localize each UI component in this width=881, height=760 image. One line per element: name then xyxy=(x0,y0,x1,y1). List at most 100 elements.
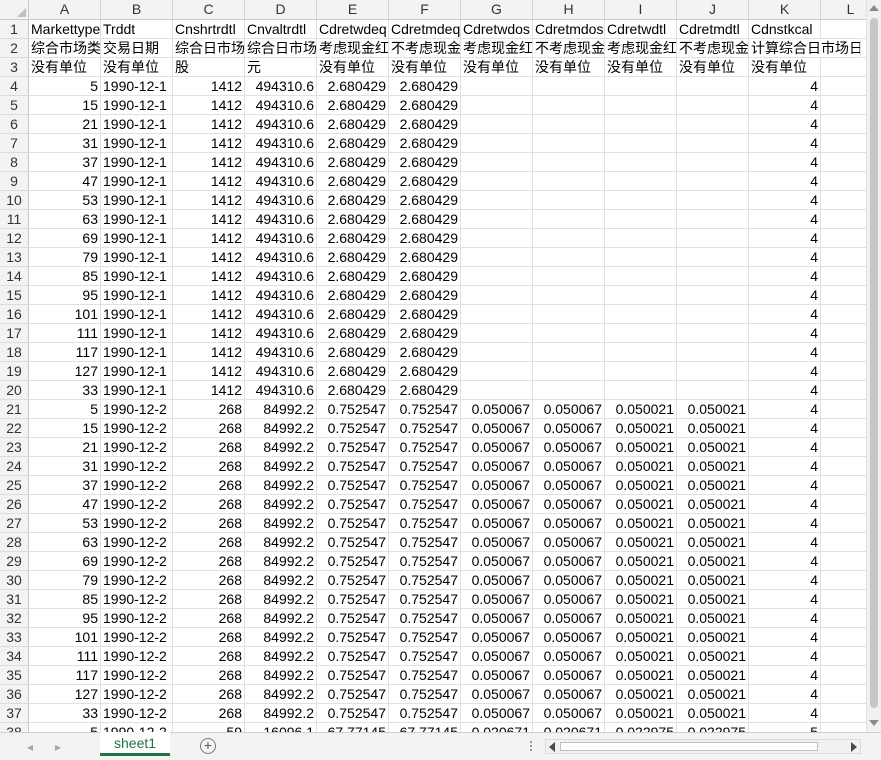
cell-A20[interactable]: 33 xyxy=(29,381,101,400)
cell-H27[interactable]: 0.050067 xyxy=(533,514,605,533)
cell-I17[interactable] xyxy=(605,324,677,343)
cell-J37[interactable]: 0.050021 xyxy=(677,704,749,723)
row-header-14[interactable]: 14 xyxy=(0,267,29,286)
cell-D22[interactable]: 84992.2 xyxy=(245,419,317,438)
cell-L10[interactable] xyxy=(821,191,866,210)
cell-L32[interactable] xyxy=(821,609,866,628)
cell-I28[interactable]: 0.050021 xyxy=(605,533,677,552)
cell-A14[interactable]: 85 xyxy=(29,267,101,286)
cell-C17[interactable]: 1412 xyxy=(173,324,245,343)
column-header-K[interactable]: K xyxy=(749,0,821,20)
cell-B25[interactable]: 1990-12-2 xyxy=(101,476,173,495)
cell-C25[interactable]: 268 xyxy=(173,476,245,495)
cell-D36[interactable]: 84992.2 xyxy=(245,685,317,704)
cell-E38[interactable]: 67.77145 xyxy=(317,723,389,732)
scroll-left-icon[interactable] xyxy=(549,742,555,752)
row-header-18[interactable]: 18 xyxy=(0,343,29,362)
cell-H10[interactable] xyxy=(533,191,605,210)
cell-J24[interactable]: 0.050021 xyxy=(677,457,749,476)
cell-L6[interactable] xyxy=(821,115,866,134)
cell-J5[interactable] xyxy=(677,96,749,115)
cell-E26[interactable]: 0.752547 xyxy=(317,495,389,514)
cell-A11[interactable]: 63 xyxy=(29,210,101,229)
cell-D2[interactable]: 综合日市场 xyxy=(245,39,317,58)
cell-I25[interactable]: 0.050021 xyxy=(605,476,677,495)
cell-I18[interactable] xyxy=(605,343,677,362)
cell-F8[interactable]: 2.680429 xyxy=(389,153,461,172)
cell-F18[interactable]: 2.680429 xyxy=(389,343,461,362)
cell-K10[interactable]: 4 xyxy=(749,191,821,210)
cell-J4[interactable] xyxy=(677,77,749,96)
cell-I19[interactable] xyxy=(605,362,677,381)
cell-D31[interactable]: 84992.2 xyxy=(245,590,317,609)
cell-J29[interactable]: 0.050021 xyxy=(677,552,749,571)
cell-H4[interactable] xyxy=(533,77,605,96)
cell-B7[interactable]: 1990-12-1 xyxy=(101,134,173,153)
cell-J8[interactable] xyxy=(677,153,749,172)
cell-B35[interactable]: 1990-12-2 xyxy=(101,666,173,685)
cell-A21[interactable]: 5 xyxy=(29,400,101,419)
cell-I31[interactable]: 0.050021 xyxy=(605,590,677,609)
cell-L34[interactable] xyxy=(821,647,866,666)
cell-D25[interactable]: 84992.2 xyxy=(245,476,317,495)
row-header-16[interactable]: 16 xyxy=(0,305,29,324)
cell-B31[interactable]: 1990-12-2 xyxy=(101,590,173,609)
cell-J14[interactable] xyxy=(677,267,749,286)
cell-I30[interactable]: 0.050021 xyxy=(605,571,677,590)
cell-K2[interactable]: 计算综合日市场日 xyxy=(749,39,861,58)
cell-E24[interactable]: 0.752547 xyxy=(317,457,389,476)
cell-J1[interactable]: Cdretmdtl xyxy=(677,20,749,39)
row-header-11[interactable]: 11 xyxy=(0,210,29,229)
cell-K33[interactable]: 4 xyxy=(749,628,821,647)
cell-L19[interactable] xyxy=(821,362,866,381)
column-header-I[interactable]: I xyxy=(605,0,677,20)
cell-H18[interactable] xyxy=(533,343,605,362)
cell-E37[interactable]: 0.752547 xyxy=(317,704,389,723)
cell-J15[interactable] xyxy=(677,286,749,305)
cell-J6[interactable] xyxy=(677,115,749,134)
cell-D18[interactable]: 494310.6 xyxy=(245,343,317,362)
cell-K4[interactable]: 4 xyxy=(749,77,821,96)
cell-L4[interactable] xyxy=(821,77,866,96)
cell-I23[interactable]: 0.050021 xyxy=(605,438,677,457)
cell-I12[interactable] xyxy=(605,229,677,248)
cell-H34[interactable]: 0.050067 xyxy=(533,647,605,666)
row-header-22[interactable]: 22 xyxy=(0,419,29,438)
cell-E20[interactable]: 2.680429 xyxy=(317,381,389,400)
cell-C38[interactable]: 59 xyxy=(173,723,245,732)
cell-G14[interactable] xyxy=(461,267,533,286)
cell-G11[interactable] xyxy=(461,210,533,229)
cell-K22[interactable]: 4 xyxy=(749,419,821,438)
cell-C2[interactable]: 综合日市场 xyxy=(173,39,245,58)
cell-F29[interactable]: 0.752547 xyxy=(389,552,461,571)
cell-E30[interactable]: 0.752547 xyxy=(317,571,389,590)
cell-G5[interactable] xyxy=(461,96,533,115)
cell-H21[interactable]: 0.050067 xyxy=(533,400,605,419)
cell-H11[interactable] xyxy=(533,210,605,229)
cell-K36[interactable]: 4 xyxy=(749,685,821,704)
cell-I38[interactable]: 0.022975 xyxy=(605,723,677,732)
cell-K18[interactable]: 4 xyxy=(749,343,821,362)
cell-H26[interactable]: 0.050067 xyxy=(533,495,605,514)
row-header-28[interactable]: 28 xyxy=(0,533,29,552)
cell-D11[interactable]: 494310.6 xyxy=(245,210,317,229)
cell-F11[interactable]: 2.680429 xyxy=(389,210,461,229)
cell-I24[interactable]: 0.050021 xyxy=(605,457,677,476)
cell-A13[interactable]: 79 xyxy=(29,248,101,267)
cell-C12[interactable]: 1412 xyxy=(173,229,245,248)
cell-E14[interactable]: 2.680429 xyxy=(317,267,389,286)
cell-L28[interactable] xyxy=(821,533,866,552)
cell-K20[interactable]: 4 xyxy=(749,381,821,400)
cell-L18[interactable] xyxy=(821,343,866,362)
cell-D23[interactable]: 84992.2 xyxy=(245,438,317,457)
cell-A17[interactable]: 111 xyxy=(29,324,101,343)
cell-A6[interactable]: 21 xyxy=(29,115,101,134)
cell-B6[interactable]: 1990-12-1 xyxy=(101,115,173,134)
cell-I13[interactable] xyxy=(605,248,677,267)
cell-B38[interactable]: 1990-12-2 xyxy=(101,723,173,732)
cell-H37[interactable]: 0.050067 xyxy=(533,704,605,723)
cell-L24[interactable] xyxy=(821,457,866,476)
cell-D1[interactable]: Cnvaltrdtl xyxy=(245,20,317,39)
cell-E25[interactable]: 0.752547 xyxy=(317,476,389,495)
cell-F37[interactable]: 0.752547 xyxy=(389,704,461,723)
